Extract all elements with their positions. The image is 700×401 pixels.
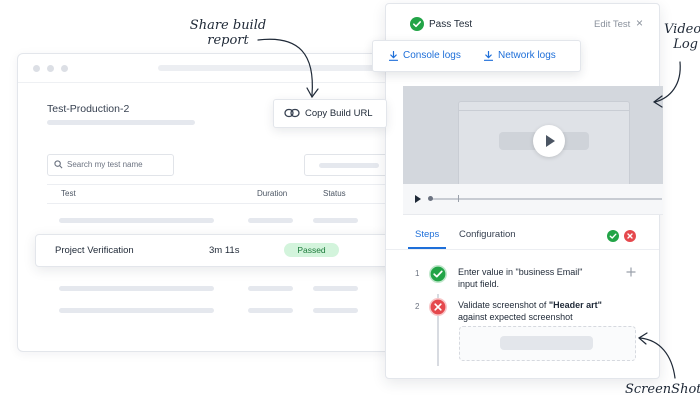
dashboard-window: Test-Production-2 Test Duration Status [17,53,434,352]
table-row [59,286,214,291]
logs-toolbar: Console logs Network logs [372,40,581,72]
copy-build-url-label: Copy Build URL [305,108,373,119]
seekbar-marker [458,195,459,202]
column-header-test: Test [61,189,76,198]
pass-check-icon [410,17,424,31]
table-header: Test Duration Status [47,184,433,204]
video-player[interactable] [403,86,663,187]
download-icon [389,51,398,61]
annotation-video-log-line2: Log [673,37,698,52]
dashboard-titlebar [18,54,433,83]
tab-configuration[interactable]: Configuration [459,229,516,240]
tab-steps[interactable]: Steps [415,229,439,240]
annotation-screenshot: ScreenShot [625,382,700,397]
screenshot-bar [500,336,593,350]
play-icon [546,135,555,147]
step-1-text: Enter value in "business Email" input fi… [458,266,582,290]
tabs-divider [386,249,659,250]
step-2-text-pre: Validate screenshot of [458,300,549,310]
filter-placeholder [319,163,379,168]
step-1-line1: Enter value in "business Email" [458,267,583,277]
annotation-share-build-line2: report [207,33,249,48]
table-row [59,308,214,313]
window-dot [33,65,40,72]
test-duration: 3m 11s [209,245,240,256]
window-dot [61,65,68,72]
test-name: Project Verification [55,245,134,256]
annotation-video-log-line1: Video [664,22,700,37]
step-number: 1 [415,269,420,278]
table-row [248,286,293,291]
table-row [248,308,293,313]
panel-title: Pass Test [429,19,473,30]
table-row-highlighted[interactable]: Project Verification 3m 11s Passed [35,234,397,267]
project-title: Test-Production-2 [47,103,130,115]
project-subtitle-placeholder [47,120,195,125]
address-bar-placeholder [158,65,388,71]
window-dot [47,65,54,72]
step-2-text: Validate screenshot of "Header art" agai… [458,299,602,323]
column-header-status: Status [323,189,346,198]
add-step-icon[interactable] [626,267,636,277]
video-seekbar[interactable] [430,198,662,200]
close-icon[interactable]: × [636,16,643,30]
annotation-video-log: Video Log [664,22,700,52]
table-row [313,218,358,223]
step-number: 2 [415,302,420,311]
seekbar-thumb[interactable] [428,196,433,201]
table-row [313,308,358,313]
play-small-icon[interactable] [414,195,422,203]
thumbnail-titlebar [459,102,629,111]
console-logs-button[interactable]: Console logs [403,50,461,61]
search-icon [54,160,63,169]
filter-dropdown[interactable] [304,154,396,176]
step-failed-icon [429,298,447,316]
step-2-line2: against expected screenshot [458,312,573,322]
step-2-text-bold: "Header art" [548,300,602,310]
step-1-line2: input field. [458,279,500,289]
link-icon [284,108,300,118]
table-row [248,218,293,223]
copy-build-url-button[interactable]: Copy Build URL [273,99,387,128]
annotation-share-build: Share build report [188,18,268,48]
download-icon [484,51,493,61]
screenshot-placeholder[interactable] [459,326,636,361]
network-logs-button[interactable]: Network logs [498,50,556,61]
step-2-line1: Validate screenshot of "Header art" [458,299,602,311]
table-row [59,218,214,223]
table-row [313,286,358,291]
filter-passed-icon[interactable] [607,230,619,242]
search-input[interactable] [67,157,167,172]
search-input-wrapper[interactable] [47,154,174,176]
step-passed-icon [429,265,447,283]
play-button[interactable] [533,125,565,157]
edit-test-link[interactable]: Edit Test [594,19,630,30]
filter-failed-icon[interactable] [624,230,636,242]
annotation-share-build-line1: Share build [189,18,267,33]
video-controls [403,184,663,215]
status-badge: Passed [284,243,339,257]
column-header-duration: Duration [257,189,288,198]
